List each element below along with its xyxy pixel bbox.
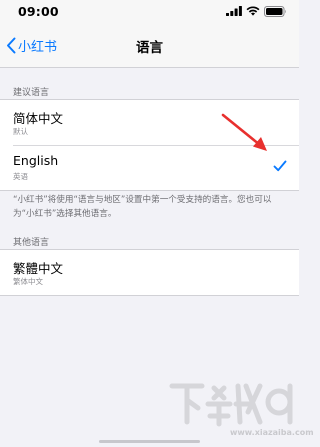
language-subtitle: 默认 [13, 127, 28, 136]
language-row-traditional-chinese[interactable]: 繁體中文 繁体中文 [0, 250, 299, 295]
language-title: 繁體中文 [13, 261, 64, 276]
language-footer-note: “小红书”将使用“语言与地区”设置中第一个受支持的语言。您也可以为“小红书”选择… [13, 195, 272, 219]
status-time: 09:00 [18, 3, 59, 19]
status-bar: 09:00 [0, 0, 299, 22]
language-title: English [13, 153, 59, 168]
watermark-text: www.xiazaiba.com [230, 428, 314, 437]
wifi-icon [246, 6, 260, 16]
language-title: 简体中文 [13, 111, 64, 126]
home-indicator[interactable] [99, 440, 200, 443]
navigation-bar: 小红书 语言 [0, 22, 299, 68]
checkmark-icon [273, 160, 287, 172]
page-title: 语言 [136, 40, 163, 56]
section-header-other: 其他语言 [13, 238, 50, 248]
watermark-logo-icon [169, 383, 293, 427]
section-header-suggested: 建议语言 [13, 88, 50, 98]
status-icons [226, 5, 287, 17]
other-languages-list: 繁體中文 繁体中文 [0, 249, 299, 296]
annotation-arrow-icon [221, 113, 267, 151]
language-subtitle: 英语 [13, 172, 28, 181]
cellular-signal-icon [226, 6, 242, 16]
battery-icon [264, 5, 286, 17]
language-subtitle: 繁体中文 [13, 277, 43, 286]
